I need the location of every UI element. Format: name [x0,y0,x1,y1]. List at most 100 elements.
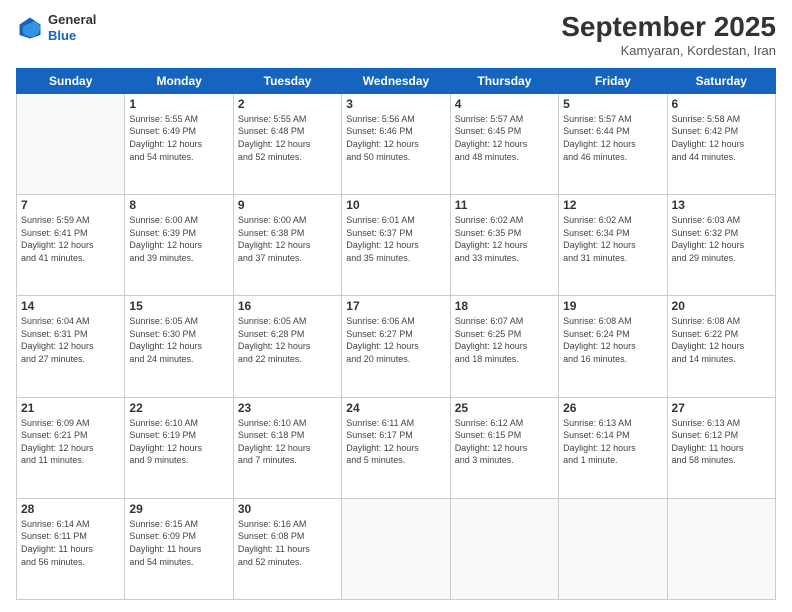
calendar-cell: 25 Sunrise: 6:12 AM Sunset: 6:15 PM Dayli… [450,397,558,498]
day-info: Sunrise: 5:57 AM Sunset: 6:45 PM Dayligh… [455,113,554,163]
calendar-cell: 4Sunrise: 5:57 AM Sunset: 6:45 PM Daylig… [450,93,558,194]
weekday-header-monday: Monday [125,68,233,93]
day-number: 16 [238,299,337,313]
calendar-cell: 30 Sunrise: 6:16 AM Sunset: 6:08 PM Dayli… [233,498,341,599]
calendar-cell: 14 Sunrise: 6:04 AM Sunset: 6:31 PM Dayli… [17,296,125,397]
day-info: Sunrise: 6:03 AM Sunset: 6:32 PM Dayligh… [672,214,771,264]
calendar-cell: 29 Sunrise: 6:15 AM Sunset: 6:09 PM Dayli… [125,498,233,599]
calendar-cell: 26 Sunrise: 6:13 AM Sunset: 6:14 PM Dayli… [559,397,667,498]
logo: General Blue [16,12,96,43]
day-number: 13 [672,198,771,212]
weekday-header-wednesday: Wednesday [342,68,450,93]
day-number: 20 [672,299,771,313]
day-info: Sunrise: 5:56 AM Sunset: 6:46 PM Dayligh… [346,113,445,163]
day-number: 25 [455,401,554,415]
day-info: Sunrise: 5:57 AM Sunset: 6:44 PM Dayligh… [563,113,662,163]
day-info: Sunrise: 6:16 AM Sunset: 6:08 PM Dayligh… [238,518,337,568]
calendar-cell: 15 Sunrise: 6:05 AM Sunset: 6:30 PM Dayli… [125,296,233,397]
weekday-header-friday: Friday [559,68,667,93]
calendar-table: SundayMondayTuesdayWednesdayThursdayFrid… [16,68,776,600]
calendar-cell [559,498,667,599]
day-number: 7 [21,198,120,212]
day-info: Sunrise: 6:02 AM Sunset: 6:34 PM Dayligh… [563,214,662,264]
day-number: 21 [21,401,120,415]
calendar-week-row: 7 Sunrise: 5:59 AM Sunset: 6:41 PM Daylig… [17,195,776,296]
calendar-cell: 3 Sunrise: 5:56 AM Sunset: 6:46 PM Daylig… [342,93,450,194]
header: General Blue September 2025 Kamyaran, Ko… [16,12,776,58]
calendar-cell: 20 Sunrise: 6:08 AM Sunset: 6:22 PM Dayli… [667,296,775,397]
day-info: Sunrise: 6:15 AM Sunset: 6:09 PM Dayligh… [129,518,228,568]
logo-general-text: General [48,12,96,28]
calendar-cell [450,498,558,599]
weekday-header-row: SundayMondayTuesdayWednesdayThursdayFrid… [17,68,776,93]
day-info: Sunrise: 5:58 AM Sunset: 6:42 PM Dayligh… [672,113,771,163]
day-number: 11 [455,198,554,212]
calendar-cell: 24 Sunrise: 6:11 AM Sunset: 6:17 PM Dayli… [342,397,450,498]
weekday-header-saturday: Saturday [667,68,775,93]
day-info: Sunrise: 6:10 AM Sunset: 6:18 PM Dayligh… [238,417,337,467]
day-number: 30 [238,502,337,516]
calendar-cell: 18 Sunrise: 6:07 AM Sunset: 6:25 PM Dayli… [450,296,558,397]
day-number: 17 [346,299,445,313]
day-info: Sunrise: 6:00 AM Sunset: 6:38 PM Dayligh… [238,214,337,264]
calendar-cell: 23 Sunrise: 6:10 AM Sunset: 6:18 PM Dayli… [233,397,341,498]
weekday-header-thursday: Thursday [450,68,558,93]
day-number: 14 [21,299,120,313]
day-number: 28 [21,502,120,516]
day-number: 1 [129,97,228,111]
calendar-cell [342,498,450,599]
day-info: Sunrise: 6:14 AM Sunset: 6:11 PM Dayligh… [21,518,120,568]
day-number: 3 [346,97,445,111]
page: General Blue September 2025 Kamyaran, Ko… [0,0,792,612]
day-info: Sunrise: 6:04 AM Sunset: 6:31 PM Dayligh… [21,315,120,365]
calendar-cell: 11 Sunrise: 6:02 AM Sunset: 6:35 PM Dayli… [450,195,558,296]
day-info: Sunrise: 5:59 AM Sunset: 6:41 PM Dayligh… [21,214,120,264]
day-info: Sunrise: 6:02 AM Sunset: 6:35 PM Dayligh… [455,214,554,264]
day-number: 19 [563,299,662,313]
day-info: Sunrise: 6:11 AM Sunset: 6:17 PM Dayligh… [346,417,445,467]
day-number: 8 [129,198,228,212]
day-info: Sunrise: 6:08 AM Sunset: 6:22 PM Dayligh… [672,315,771,365]
logo-icon [16,14,44,42]
calendar-cell: 28 Sunrise: 6:14 AM Sunset: 6:11 PM Dayli… [17,498,125,599]
day-number: 10 [346,198,445,212]
day-info: Sunrise: 6:08 AM Sunset: 6:24 PM Dayligh… [563,315,662,365]
calendar-cell: 8 Sunrise: 6:00 AM Sunset: 6:39 PM Daylig… [125,195,233,296]
calendar-cell: 6 Sunrise: 5:58 AM Sunset: 6:42 PM Daylig… [667,93,775,194]
day-number: 22 [129,401,228,415]
title-block: September 2025 Kamyaran, Kordestan, Iran [561,12,776,58]
logo-blue-text: Blue [48,28,96,44]
calendar-week-row: 21 Sunrise: 6:09 AM Sunset: 6:21 PM Dayli… [17,397,776,498]
day-info: Sunrise: 6:09 AM Sunset: 6:21 PM Dayligh… [21,417,120,467]
day-number: 29 [129,502,228,516]
month-title: September 2025 [561,12,776,43]
calendar-cell: 7 Sunrise: 5:59 AM Sunset: 6:41 PM Daylig… [17,195,125,296]
day-number: 6 [672,97,771,111]
calendar-cell: 19 Sunrise: 6:08 AM Sunset: 6:24 PM Dayli… [559,296,667,397]
calendar-week-row: 14 Sunrise: 6:04 AM Sunset: 6:31 PM Dayli… [17,296,776,397]
day-number: 9 [238,198,337,212]
day-info: Sunrise: 6:00 AM Sunset: 6:39 PM Dayligh… [129,214,228,264]
calendar-cell: 22Sunrise: 6:10 AM Sunset: 6:19 PM Dayli… [125,397,233,498]
day-info: Sunrise: 6:12 AM Sunset: 6:15 PM Dayligh… [455,417,554,467]
day-number: 15 [129,299,228,313]
day-info: Sunrise: 6:13 AM Sunset: 6:14 PM Dayligh… [563,417,662,467]
location-subtitle: Kamyaran, Kordestan, Iran [561,43,776,58]
day-info: Sunrise: 6:01 AM Sunset: 6:37 PM Dayligh… [346,214,445,264]
weekday-header-tuesday: Tuesday [233,68,341,93]
day-number: 24 [346,401,445,415]
day-info: Sunrise: 6:06 AM Sunset: 6:27 PM Dayligh… [346,315,445,365]
calendar-cell: 13 Sunrise: 6:03 AM Sunset: 6:32 PM Dayli… [667,195,775,296]
calendar-cell [667,498,775,599]
day-number: 26 [563,401,662,415]
day-number: 2 [238,97,337,111]
day-info: Sunrise: 6:05 AM Sunset: 6:30 PM Dayligh… [129,315,228,365]
calendar-cell: 2Sunrise: 5:55 AM Sunset: 6:48 PM Daylig… [233,93,341,194]
day-info: Sunrise: 6:05 AM Sunset: 6:28 PM Dayligh… [238,315,337,365]
day-number: 23 [238,401,337,415]
day-info: Sunrise: 6:07 AM Sunset: 6:25 PM Dayligh… [455,315,554,365]
day-number: 12 [563,198,662,212]
calendar-cell: 21 Sunrise: 6:09 AM Sunset: 6:21 PM Dayli… [17,397,125,498]
day-number: 18 [455,299,554,313]
calendar-cell: 27Sunrise: 6:13 AM Sunset: 6:12 PM Dayli… [667,397,775,498]
